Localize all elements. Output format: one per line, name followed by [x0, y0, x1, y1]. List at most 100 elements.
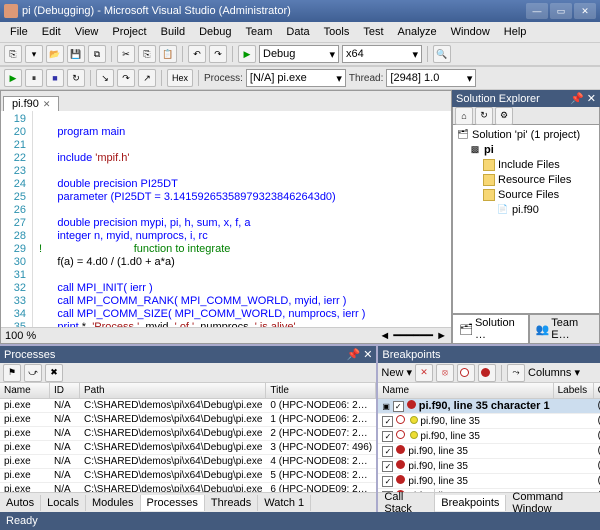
menu-window[interactable]: Window — [445, 24, 496, 40]
save-icon[interactable]: 💾 — [67, 45, 85, 63]
new-project-icon[interactable]: ⎘ — [4, 45, 22, 63]
tab-modules[interactable]: Modules — [86, 495, 141, 511]
platform-combo[interactable]: x64▾ — [342, 45, 422, 63]
save-all-icon[interactable]: ⧉ — [88, 45, 106, 63]
zoom-level[interactable]: 100 % — [5, 330, 36, 342]
hex-toggle[interactable]: Hex — [167, 69, 193, 87]
tab-team[interactable]: 👥Team E… — [529, 314, 600, 344]
process-row[interactable]: pi.exeN/AC:\SHARED\demos\pi\x64\Debug\pi… — [0, 413, 376, 427]
file-node[interactable]: 📄pi.f90 — [455, 202, 597, 217]
menu-edit[interactable]: Edit — [36, 24, 67, 40]
editor-tab[interactable]: pi.f90 ✕ — [3, 96, 59, 111]
project-node[interactable]: ▩pi — [455, 142, 597, 157]
status-bar: Ready — [0, 512, 600, 530]
breakpoints-header[interactable]: Name Labels Condition Hit Count — [378, 383, 600, 399]
toggle-bp-icon[interactable] — [457, 364, 475, 382]
folder-resource[interactable]: Resource Files — [455, 172, 597, 187]
config-combo[interactable]: Debug▾ — [259, 45, 339, 63]
close-tab-icon[interactable]: ✕ — [43, 99, 51, 110]
terminate-icon[interactable]: ✖ — [45, 364, 63, 382]
editor-body[interactable]: 1920212223242526272829303132333435363738… — [1, 111, 451, 327]
process-row[interactable]: pi.exeN/AC:\SHARED\demos\pi\x64\Debug\pi… — [0, 399, 376, 413]
cut-icon[interactable]: ✂ — [117, 45, 135, 63]
maximize-button[interactable]: ▭ — [550, 3, 572, 19]
tab-solution[interactable]: 🗂Solution … — [452, 314, 529, 344]
enable-all-icon[interactable] — [478, 364, 496, 382]
break-all-icon[interactable]: ⏸ — [25, 69, 43, 87]
se-refresh-icon[interactable]: ↻ — [475, 107, 493, 125]
folder-source[interactable]: Source Files — [455, 187, 597, 202]
menu-help[interactable]: Help — [498, 24, 533, 40]
breakpoint-row[interactable]: ✓pi.f90, line 35(no condition)break alwa… — [378, 459, 600, 474]
titlebar: pi (Debugging) - Microsoft Visual Studio… — [0, 0, 600, 22]
process-row[interactable]: pi.exeN/AC:\SHARED\demos\pi\x64\Debug\pi… — [0, 455, 376, 469]
menu-view[interactable]: View — [69, 24, 105, 40]
process-row[interactable]: pi.exeN/AC:\SHARED\demos\pi\x64\Debug\pi… — [0, 427, 376, 441]
delete-bp-icon[interactable]: ✕ — [415, 364, 433, 382]
tab-autos[interactable]: Autos — [0, 495, 41, 511]
menu-debug[interactable]: Debug — [193, 24, 237, 40]
stop-icon[interactable]: ■ — [46, 69, 64, 87]
menu-build[interactable]: Build — [155, 24, 191, 40]
process-row[interactable]: pi.exeN/AC:\SHARED\demos\pi\x64\Debug\pi… — [0, 483, 376, 492]
process-combo[interactable]: [N/A] pi.exe▾ — [246, 69, 346, 87]
undo-icon[interactable]: ↶ — [188, 45, 206, 63]
close-panel-icon[interactable]: ✕ — [587, 92, 596, 105]
scroll-indicator: ◄ ━━━━━━ ► — [379, 329, 447, 342]
tab-processes[interactable]: Processes — [141, 495, 205, 511]
process-row[interactable]: pi.exeN/AC:\SHARED\demos\pi\x64\Debug\pi… — [0, 441, 376, 455]
continue-icon[interactable]: ▶ — [4, 69, 22, 87]
menu-test[interactable]: Test — [357, 24, 389, 40]
process-label: Process: — [204, 73, 243, 84]
tab-locals[interactable]: Locals — [41, 495, 86, 511]
solution-node[interactable]: 🗂Solution 'pi' (1 project) — [455, 127, 597, 142]
menu-tools[interactable]: Tools — [318, 24, 356, 40]
code-content[interactable]: program main include 'mpif.h' double pre… — [33, 111, 451, 327]
start-debug-icon[interactable]: ▶ — [238, 45, 256, 63]
step-out-icon[interactable]: ↗ — [138, 69, 156, 87]
attach-icon[interactable]: ⚑ — [3, 364, 21, 382]
open-icon[interactable]: 📂 — [46, 45, 64, 63]
step-over-icon[interactable]: ↷ — [117, 69, 135, 87]
columns-button[interactable]: Columns ▾ — [528, 366, 580, 379]
tab-threads[interactable]: Threads — [205, 495, 258, 511]
breakpoint-row[interactable]: ✓pi.f90, line 35(no condition)break alwa… — [378, 429, 600, 444]
solution-tree[interactable]: 🗂Solution 'pi' (1 project) ▩pi Include F… — [452, 125, 600, 314]
toolbar-debug: ▶ ⏸ ■ ↻ ↘ ↷ ↗ Hex Process: [N/A] pi.exe▾… — [0, 66, 600, 90]
thread-combo[interactable]: [2948] 1.0▾ — [386, 69, 476, 87]
se-props-icon[interactable]: ⚙ — [495, 107, 513, 125]
restart-icon[interactable]: ↻ — [67, 69, 85, 87]
detach-icon[interactable]: ⤻ — [24, 364, 42, 382]
delete-all-bp-icon[interactable]: ⦻ — [436, 364, 454, 382]
close-panel-icon[interactable]: ✕ — [363, 349, 372, 361]
new-bp-button[interactable]: New ▾ — [381, 366, 412, 379]
menu-project[interactable]: Project — [106, 24, 152, 40]
find-icon[interactable]: 🔍 — [433, 45, 451, 63]
menu-data[interactable]: Data — [280, 24, 315, 40]
goto-source-icon[interactable]: ⤳ — [507, 364, 525, 382]
pin-icon[interactable]: 📌 — [570, 92, 584, 105]
tab-watch-1[interactable]: Watch 1 — [258, 495, 311, 511]
breakpoint-row[interactable]: ▣ ✓pi.f90, line 35 character 1(no condit… — [378, 399, 600, 414]
breakpoint-row[interactable]: ✓pi.f90, line 35(no condition)break alwa… — [378, 444, 600, 459]
breakpoint-row[interactable]: ✓pi.f90, line 35(no condition)break alwa… — [378, 414, 600, 429]
menubar: FileEditViewProjectBuildDebugTeamDataToo… — [0, 22, 600, 42]
tab-breakpoints[interactable]: Breakpoints — [435, 495, 506, 511]
menu-team[interactable]: Team — [240, 24, 279, 40]
breakpoint-row[interactable]: ✓pi.f90, line 35(no condition)break alwa… — [378, 474, 600, 489]
folder-include[interactable]: Include Files — [455, 157, 597, 172]
menu-analyze[interactable]: Analyze — [392, 24, 443, 40]
process-row[interactable]: pi.exeN/AC:\SHARED\demos\pi\x64\Debug\pi… — [0, 469, 376, 483]
close-button[interactable]: ✕ — [574, 3, 596, 19]
se-home-icon[interactable]: ⌂ — [455, 107, 473, 125]
minimize-button[interactable]: — — [526, 3, 548, 19]
pin-icon[interactable]: 📌 — [346, 349, 360, 361]
redo-icon[interactable]: ↷ — [209, 45, 227, 63]
step-into-icon[interactable]: ↘ — [96, 69, 114, 87]
copy-icon[interactable]: ⎘ — [138, 45, 156, 63]
menu-file[interactable]: File — [4, 24, 34, 40]
processes-header[interactable]: Name ID Path Title — [0, 383, 376, 399]
breakpoints-panel: Breakpoints📌 ✕ New ▾ ✕ ⦻ ⤳ Columns ▾ Nam… — [376, 346, 600, 512]
add-item-icon[interactable]: ▾ — [25, 45, 43, 63]
paste-icon[interactable]: 📋 — [159, 45, 177, 63]
